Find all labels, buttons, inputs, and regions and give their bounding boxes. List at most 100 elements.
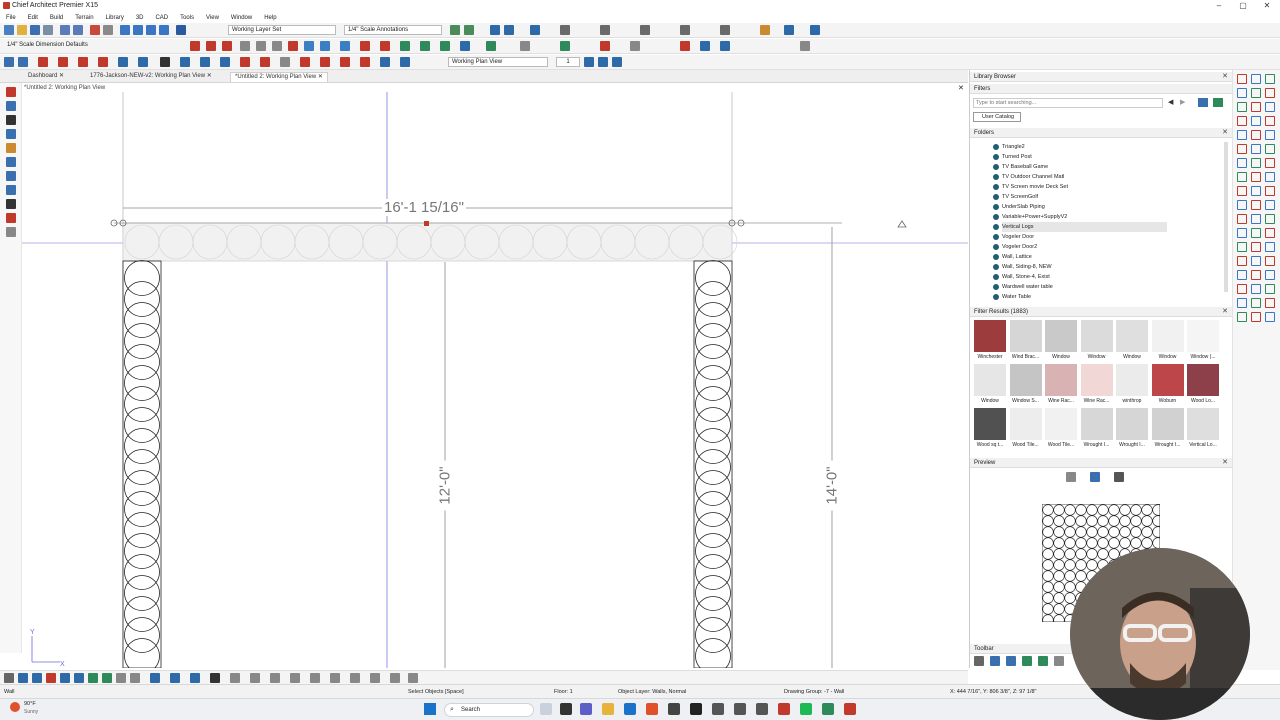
gear-icon[interactable]: [4, 673, 14, 683]
arrow-icon[interactable]: [222, 41, 232, 51]
copy-icon[interactable]: [103, 25, 113, 35]
folder-item[interactable]: TV Baseball Game: [993, 162, 1167, 172]
folder-item[interactable]: Wall, Stone-4, Exist: [993, 272, 1167, 282]
cad-tool-icon[interactable]: [1237, 116, 1247, 126]
app-icon[interactable]: [778, 703, 790, 715]
cad-tool-icon[interactable]: [1237, 298, 1247, 308]
app-icon[interactable]: [690, 703, 702, 715]
close-icon[interactable]: ✕: [1222, 128, 1228, 138]
cad-tool-icon[interactable]: [1265, 242, 1275, 252]
cad-tool-icon[interactable]: [1265, 298, 1275, 308]
refresh-icon[interactable]: [612, 57, 622, 67]
menu-edit[interactable]: Edit: [28, 15, 38, 21]
add-icon[interactable]: [1022, 656, 1032, 666]
bottom-tool-icon[interactable]: [250, 673, 260, 683]
tab-jackson-plan[interactable]: 1776-Jackson-NEW-v2: Working Plan View ✕: [86, 72, 216, 82]
folder-item[interactable]: Vogeler Door: [993, 232, 1167, 242]
bottom-tool-icon[interactable]: [74, 673, 84, 683]
close-icon[interactable]: ✕: [1222, 72, 1228, 82]
redo-icon[interactable]: [73, 25, 83, 35]
grid-icon[interactable]: [460, 41, 470, 51]
up-floor-icon[interactable]: [584, 57, 594, 67]
cad-tool-icon[interactable]: [1251, 214, 1261, 224]
box-icon[interactable]: [256, 41, 266, 51]
cad-tool-icon[interactable]: [1237, 270, 1247, 280]
grid-view-icon[interactable]: [1006, 656, 1016, 666]
menu-build[interactable]: Build: [50, 15, 63, 21]
roof-icon[interactable]: [6, 185, 16, 195]
bottom-tool-icon[interactable]: [88, 673, 98, 683]
window-icon[interactable]: [6, 157, 16, 167]
bottom-tool-icon[interactable]: [390, 673, 400, 683]
window-tool-icon[interactable]: [138, 57, 148, 67]
bottom-tool-icon[interactable]: [350, 673, 360, 683]
sun-icon[interactable]: [680, 25, 690, 35]
cad-tool-icon[interactable]: [1265, 172, 1275, 182]
cad-tool-icon[interactable]: [1265, 102, 1275, 112]
bottom-tool-icon[interactable]: [408, 673, 418, 683]
layer-set-select[interactable]: Working Layer Set: [228, 25, 336, 35]
elevation-icon[interactable]: [530, 25, 540, 35]
cad-tool-icon[interactable]: [1237, 88, 1247, 98]
user-catalog-button[interactable]: User Catalog: [973, 112, 1021, 122]
terrain-tool-icon[interactable]: [220, 57, 230, 67]
app-icon[interactable]: [540, 703, 552, 715]
ext-tools-icon[interactable]: [784, 25, 794, 35]
group-icon[interactable]: [520, 41, 530, 51]
folder-item[interactable]: UnderSlab Piping: [993, 202, 1167, 212]
spline-icon[interactable]: [340, 41, 350, 51]
polyline-icon[interactable]: [304, 41, 314, 51]
drawing-canvas[interactable]: Y X 16'-1 15/16" 12'-0" 14'-0": [22, 92, 968, 668]
roof-plane-icon[interactable]: [360, 57, 370, 67]
cad-tool-icon[interactable]: [1237, 186, 1247, 196]
door-icon[interactable]: [6, 129, 16, 139]
settings-icon[interactable]: [720, 25, 730, 35]
snap-icon[interactable]: [18, 673, 28, 683]
text-icon[interactable]: [190, 41, 200, 51]
stair-icon[interactable]: [6, 171, 16, 181]
stairs-tool-icon[interactable]: [160, 57, 170, 67]
bottom-tool-icon[interactable]: [32, 673, 42, 683]
dimension-icon[interactable]: [206, 41, 216, 51]
cad-tool-icon[interactable]: [1265, 74, 1275, 84]
cad-tool-icon[interactable]: [1251, 88, 1261, 98]
cad-tool-icon[interactable]: [280, 57, 290, 67]
preview-3d-icon[interactable]: [1090, 472, 1100, 482]
app-icon[interactable]: [756, 703, 768, 715]
cad-tool-icon[interactable]: [1265, 270, 1275, 280]
folder-item[interactable]: Vogeler Door2: [993, 242, 1167, 252]
cad-tool-icon[interactable]: [1265, 312, 1275, 322]
folder-item[interactable]: Turned Post: [993, 152, 1167, 162]
cad-tool-icon[interactable]: [1265, 256, 1275, 266]
app-icon[interactable]: [712, 703, 724, 715]
zoom-in-icon[interactable]: [146, 25, 156, 35]
cad-tool-icon[interactable]: [1251, 74, 1261, 84]
cad-tool-icon[interactable]: [1265, 284, 1275, 294]
cad-tool-icon[interactable]: [1237, 158, 1247, 168]
cad-tool-icon[interactable]: [1237, 74, 1247, 84]
result-thumbnail[interactable]: [974, 364, 1006, 396]
folder-app-icon[interactable]: [602, 703, 614, 715]
bottom-tool-icon[interactable]: [290, 673, 300, 683]
cad-tool-icon[interactable]: [1265, 228, 1275, 238]
bottom-tool-icon[interactable]: [270, 673, 280, 683]
cad-tool-icon[interactable]: [1265, 158, 1275, 168]
menu-cad[interactable]: CAD: [155, 15, 168, 21]
folder-scrollbar[interactable]: [1224, 142, 1228, 292]
rect-tool-icon[interactable]: [320, 57, 330, 67]
cad-tool-icon[interactable]: [1251, 144, 1261, 154]
taskbar-search[interactable]: ⌕ Search: [444, 703, 534, 717]
top-wall[interactable]: [122, 222, 733, 262]
mirror-icon[interactable]: [630, 41, 640, 51]
close-icon[interactable]: ✕: [1222, 307, 1228, 317]
result-thumbnail[interactable]: [1080, 364, 1113, 396]
align-icon[interactable]: [560, 41, 570, 51]
right-log-wall[interactable]: [693, 260, 733, 668]
cad-tool-icon[interactable]: [1251, 186, 1261, 196]
export-icon[interactable]: [760, 25, 770, 35]
app-icon[interactable]: [624, 703, 636, 715]
marker-icon[interactable]: [360, 41, 370, 51]
transform-icon[interactable]: [600, 41, 610, 51]
cad-tool-icon[interactable]: [1237, 312, 1247, 322]
scale-input[interactable]: 1: [556, 57, 580, 67]
